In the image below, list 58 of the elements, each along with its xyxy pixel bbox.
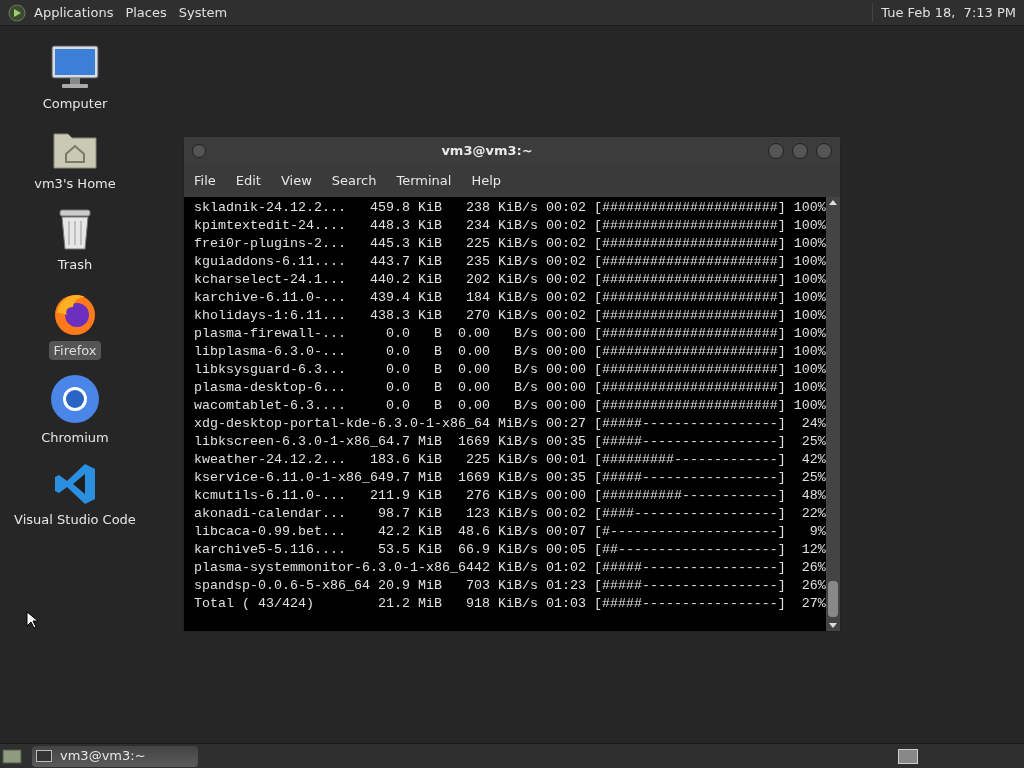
mouse-pointer-icon xyxy=(26,611,38,629)
terminal-line: akonadi-calendar... 98.7 KiB 123 KiB/s 00:02 [####------------------] 22% xyxy=(194,505,826,523)
panel-menu[interactable]: Places xyxy=(125,2,167,23)
terminal-line: plasma-desktop-6... 0.0 B 0.00 B/s 00:00 [######################] 100% xyxy=(194,379,826,397)
desktop-icon-label[interactable]: Chromium xyxy=(37,428,113,448)
scrollbar[interactable] xyxy=(826,197,840,631)
terminal-line: kservice-6.11.0-1-x86_649.7 MiB 1669 KiB/s 00:35 [#####-----------------] 25% xyxy=(194,469,826,487)
chromium-icon xyxy=(50,374,100,424)
desktop-icon-label[interactable]: Trash xyxy=(53,255,97,275)
menu-item[interactable]: Search xyxy=(331,171,377,191)
close-button[interactable] xyxy=(816,143,832,159)
terminal-line: libkscreen-6.3.0-1-x86_64.7 MiB 1669 KiB/s 00:35 [#####-----------------] 25% xyxy=(194,433,826,451)
menu-item[interactable]: Help xyxy=(471,171,502,191)
terminal-line: kholidays-1:6.11... 438.3 KiB 270 KiB/s 00:02 [######################] 100% xyxy=(194,307,826,325)
menu-item[interactable]: View xyxy=(280,171,312,191)
trash-icon xyxy=(56,207,94,251)
monitor-icon xyxy=(50,44,100,90)
menu-item[interactable]: File xyxy=(194,171,216,191)
terminal-line: karchive-6.11.0-... 439.4 KiB 184 KiB/s 00:02 [######################] 100% xyxy=(194,289,826,307)
terminal-line: libplasma-6.3.0-... 0.0 B 0.00 B/s 00:00 [######################] 100% xyxy=(194,343,826,361)
clock[interactable]: Tue Feb 18, 7:13 PM xyxy=(872,2,1016,23)
terminal-line: spandsp-0.0.6-5-x86_64 20.9 MiB 703 KiB/s 01:23 [#####-----------------] 26% xyxy=(194,577,826,595)
terminal-line: plasma-firewall-... 0.0 B 0.00 B/s 00:00 [######################] 100% xyxy=(194,325,826,343)
scroll-up-icon[interactable] xyxy=(829,199,837,205)
taskbar-window-button[interactable]: vm3@vm3:~ xyxy=(32,745,198,767)
scroll-down-icon[interactable] xyxy=(829,623,837,629)
terminal-line: kcharselect-24.1... 440.2 KiB 202 KiB/s 00:02 [######################] 100% xyxy=(194,271,826,289)
terminal-line: kguiaddons-6.11.... 443.7 KiB 235 KiB/s 00:02 [######################] 100% xyxy=(194,253,826,271)
scrollbar-thumb[interactable] xyxy=(828,581,838,617)
terminal-icon xyxy=(36,750,52,762)
terminal-line: skladnik-24.12.2... 459.8 KiB 238 KiB/s 00:02 [######################] 100% xyxy=(194,199,826,217)
maximize-button[interactable] xyxy=(792,143,808,159)
terminal-line: frei0r-plugins-2... 445.3 KiB 225 KiB/s 00:02 [######################] 100% xyxy=(194,235,826,253)
terminal-line: libksysguard-6.3... 0.0 B 0.00 B/s 00:00 [######################] 100% xyxy=(194,361,826,379)
terminal-line: wacomtablet-6.3.... 0.0 B 0.00 B/s 00:00 [######################] 100% xyxy=(194,397,826,415)
panel-menu[interactable]: Applications xyxy=(34,2,114,23)
terminal-line: kpimtextedit-24.... 448.3 KiB 234 KiB/s 00:02 [######################] 100% xyxy=(194,217,826,235)
menu-logo-icon xyxy=(8,3,26,22)
desktop-icon-label[interactable]: Visual Studio Code xyxy=(10,509,140,529)
desktop-icon-label[interactable]: vm3's Home xyxy=(30,173,120,193)
terminal-line: plasma-systemmonitor-6.3.0-1-x86_6442 KiB/s 01:02 [#####-----------------] 26% xyxy=(194,559,826,577)
window-menu-button[interactable] xyxy=(192,144,206,158)
terminal-line: libcaca-0.99.bet... 42.2 KiB 48.6 KiB/s 00:07 [#---------------------] 9% xyxy=(194,523,826,541)
terminal-line: kcmutils-6.11.0-... 211.9 KiB 276 KiB/s 00:00 [##########------------] 48% xyxy=(194,487,826,505)
desktop-icon-label[interactable]: Computer xyxy=(38,94,112,114)
workspace-switcher[interactable] xyxy=(898,748,918,764)
menu-item[interactable]: Edit xyxy=(235,171,261,191)
terminal-line: karchive5-5.116.... 53.5 KiB 66.9 KiB/s 00:05 [##--------------------] 12% xyxy=(194,541,826,559)
code-editor-icon xyxy=(53,461,97,506)
show-desktop-icon[interactable] xyxy=(2,747,22,765)
menu-item[interactable]: Terminal xyxy=(396,171,452,191)
minimize-button[interactable] xyxy=(768,143,784,159)
panel-menu[interactable]: System xyxy=(178,2,228,23)
terminal-line: Total ( 43/424) 21.2 MiB 918 KiB/s 01:03 [#####-----------------] 27% xyxy=(194,595,826,613)
terminal-line: xdg-desktop-portal-kde-6.3.0-1-x86_64 MiB/s 00:27 [#####-----------------] 24% xyxy=(194,415,826,433)
window-title: vm3@vm3:~ xyxy=(440,142,534,161)
desktop-icon-label[interactable]: Firefox xyxy=(49,340,101,360)
terminal-line: kweather-24.12.2... 183.6 KiB 225 KiB/s 00:01 [#########-------------] 42% xyxy=(194,451,826,469)
